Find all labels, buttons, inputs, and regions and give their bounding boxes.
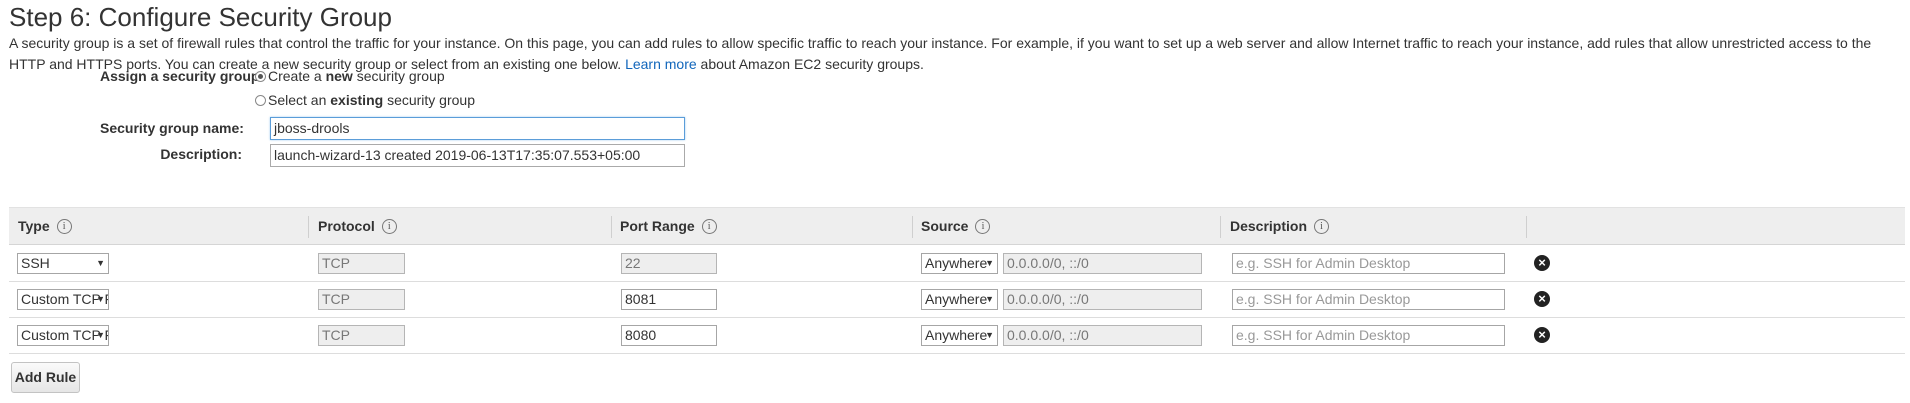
rule-protocol-field: TCP [318,325,405,346]
create-new-group-option[interactable]: Create a new security group [255,68,445,84]
rule-protocol-field: TCP [318,289,405,310]
rule-description-input[interactable]: e.g. SSH for Admin Desktop [1232,289,1505,310]
rule-row: SSH ▼ TCP 22 Anywhere ▼ 0.0.0.0/0, ::/0 e.… [9,245,1905,282]
rule-cidr-field[interactable]: 0.0.0.0/0, ::/0 [1003,253,1202,274]
assign-group-label: Assign a security group: [100,68,265,84]
group-name-input[interactable]: jboss-drools [270,117,685,140]
rule-source-select[interactable]: Anywhere ▼ [921,289,998,310]
chevron-down-icon: ▼ [96,294,105,304]
rule-type-select[interactable]: SSH ▼ [17,253,109,274]
rule-port-input[interactable]: 8081 [621,289,717,310]
chevron-down-icon: ▼ [96,258,105,268]
rule-port-field: 22 [621,253,717,274]
option-new-text-pre: Create a [268,68,322,84]
rule-port-input[interactable]: 8080 [621,325,717,346]
col-head-protocol-label: Protocol [318,218,375,234]
group-name-label: Security group name: [100,120,244,136]
intro-text-part2: about Amazon EC2 security groups. [700,56,924,72]
col-divider [1220,216,1221,238]
description-input[interactable]: launch-wizard-13 created 2019-06-13T17:3… [270,144,685,167]
col-head-source-label: Source [921,218,969,234]
col-head-protocol: Protocol i [318,218,397,234]
col-divider [611,216,612,238]
source-info-icon[interactable]: i [975,218,991,234]
intro-text-part1: A security group is a set of firewall ru… [9,35,1872,72]
description-info-icon[interactable]: i [1314,218,1330,234]
option-existing-text-bold: existing [330,92,384,108]
col-divider [308,216,309,238]
chevron-down-icon: ▼ [985,258,994,268]
description-label: Description: [160,146,242,162]
rule-type-select[interactable]: Custom TCP F ▼ [17,289,109,310]
rule-description-input[interactable]: e.g. SSH for Admin Desktop [1232,325,1505,346]
chevron-down-icon: ▼ [985,330,994,340]
option-new-text-bold: new [325,68,353,84]
rule-source-select[interactable]: Anywhere ▼ [921,325,998,346]
radio-select-existing[interactable] [255,94,266,106]
rule-source-select[interactable]: Anywhere ▼ [921,253,998,274]
rule-source-value: Anywhere [925,255,988,271]
col-head-type: Type i [18,218,72,234]
select-existing-group-option[interactable]: Select an existing security group [255,92,475,108]
remove-rule-icon[interactable]: × [1534,291,1550,307]
protocol-info-icon[interactable]: i [381,218,397,234]
option-existing-text-post: security group [387,92,475,108]
rule-cidr-field[interactable]: 0.0.0.0/0, ::/0 [1003,289,1202,310]
rules-table-header: Type i Protocol i Port Range i Source i Desc… [9,207,1905,245]
rule-type-select[interactable]: Custom TCP F ▼ [17,325,109,346]
remove-rule-icon[interactable]: × [1534,327,1550,343]
option-existing-text-pre: Select an [268,92,327,108]
radio-create-new[interactable] [255,70,266,82]
col-head-description-label: Description [1230,218,1308,234]
col-head-port-range: Port Range i [620,218,717,234]
col-head-type-label: Type [18,218,50,234]
rule-type-value: SSH [21,255,50,271]
col-head-port-range-label: Port Range [620,218,695,234]
page-title: Step 6: Configure Security Group [9,2,392,32]
port-range-info-icon[interactable]: i [701,218,717,234]
col-head-source: Source i [921,218,991,234]
rule-description-input[interactable]: e.g. SSH for Admin Desktop [1232,253,1505,274]
col-divider [1526,216,1527,238]
rule-row: Custom TCP F ▼ TCP 8080 Anywhere ▼ 0.0.0.0… [9,318,1905,354]
remove-rule-icon[interactable]: × [1534,255,1550,271]
col-head-description: Description i [1230,218,1330,234]
rule-source-value: Anywhere [925,291,988,307]
chevron-down-icon: ▼ [96,330,105,340]
type-info-icon[interactable]: i [56,218,72,234]
learn-more-link[interactable]: Learn more [625,56,697,72]
chevron-down-icon: ▼ [985,294,994,304]
rule-protocol-field: TCP [318,253,405,274]
rule-source-value: Anywhere [925,327,988,343]
rule-cidr-field[interactable]: 0.0.0.0/0, ::/0 [1003,325,1202,346]
option-new-text-post: security group [356,68,445,84]
rule-row: Custom TCP F ▼ TCP 8081 Anywhere ▼ 0.0.0.0… [9,282,1905,318]
col-divider [912,216,913,238]
add-rule-button[interactable]: Add Rule [11,362,80,393]
